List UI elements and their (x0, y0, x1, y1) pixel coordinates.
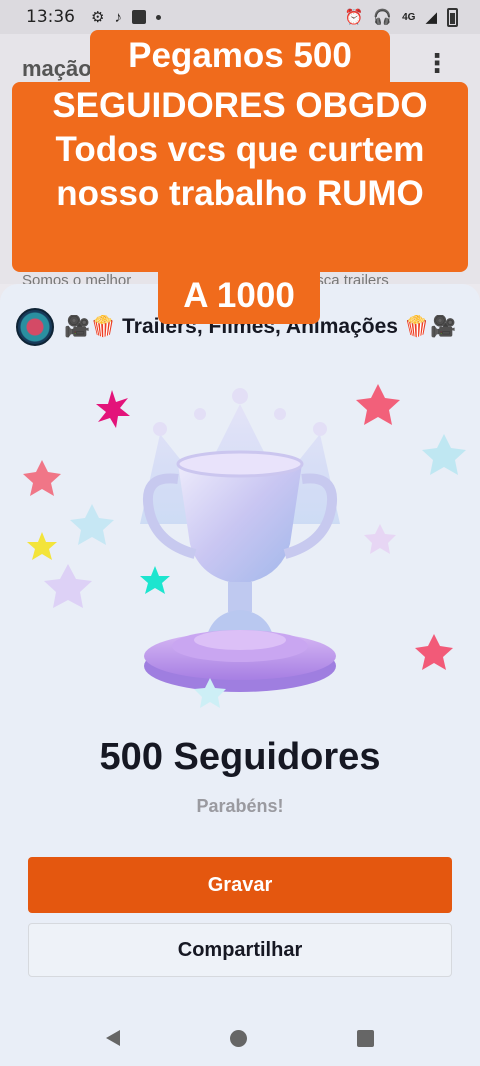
back-icon[interactable] (106, 1030, 120, 1046)
trophy-base (144, 630, 336, 692)
caption-line-4: nosso trabalho RUMO (56, 174, 424, 213)
tiktok-icon: ♪ (114, 8, 122, 26)
avatar (16, 308, 54, 346)
caption-line-5: A 1000 (158, 266, 320, 324)
network-label: 4G (402, 11, 416, 23)
status-bar: 13:36 ⚙ ♪ ⏰ 🎧 4G ◢ (0, 0, 480, 34)
more-notifications-icon (155, 14, 161, 20)
system-nav-bar (0, 1010, 480, 1066)
milestone-sheet: 🎥🍿 Trailers, Filmes, Animações 🍿🎥 500 Se… (0, 284, 480, 1066)
signal-icon: ◢ (425, 9, 437, 26)
notification-icons: ⚙ ♪ (91, 8, 161, 26)
congrats-subtitle: Parabéns! (196, 796, 284, 816)
battery-icon (447, 7, 458, 27)
home-icon[interactable] (230, 1029, 247, 1047)
status-time: 13:36 (26, 7, 75, 27)
background-title: mação (22, 56, 92, 81)
headphones-icon: 🎧 (373, 9, 393, 26)
caption-line-1: Pegamos 500 (90, 30, 390, 82)
caption-block: SEGUIDORES OBGDO Todos vcs que curtem no… (12, 82, 468, 272)
system-icons: ⏰ 🎧 4G ◢ (344, 7, 458, 27)
alarm-icon: ⏰ (344, 9, 364, 26)
record-button[interactable]: Gravar (28, 857, 452, 913)
cup-shape (142, 450, 338, 644)
debug-icon: ⚙ (91, 9, 105, 26)
more-options-icon[interactable]: ⋮ (424, 48, 450, 79)
share-button[interactable]: Compartilhar (28, 923, 452, 977)
trophy-illustration (23, 384, 466, 708)
caption-line-2: SEGUIDORES OBGDO (52, 86, 428, 125)
app-notification-icon (131, 10, 146, 24)
caption-line-3: Todos vcs que curtem (55, 130, 425, 169)
milestone-title: 500 Seguidores (99, 736, 381, 778)
recents-icon[interactable] (357, 1029, 374, 1047)
